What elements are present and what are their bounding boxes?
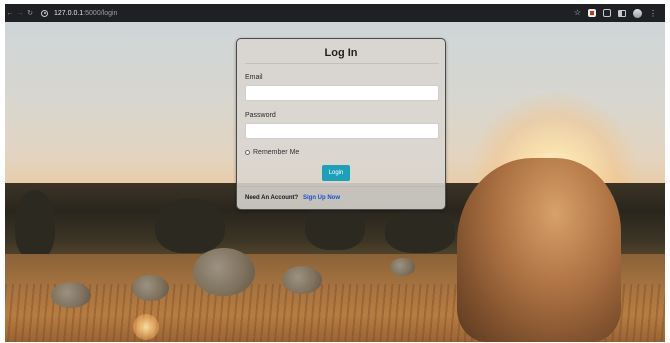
more-menu-icon[interactable]: ⋮ xyxy=(649,9,657,18)
browser-toolbar: ← → ↻ 127.0.0.1:5000/login ☆ ⋮ xyxy=(5,4,665,22)
large-hay-bale xyxy=(457,158,621,342)
lens-flare xyxy=(133,314,159,340)
need-account-text: Need An Account? xyxy=(245,195,299,201)
forward-arrow-icon[interactable]: → xyxy=(15,10,25,17)
hay-bale xyxy=(51,282,91,308)
profile-avatar-icon[interactable] xyxy=(633,8,642,18)
email-field[interactable] xyxy=(245,85,439,101)
bookmark-star-icon[interactable]: ☆ xyxy=(574,9,581,17)
hay-bale xyxy=(282,266,322,294)
extension-icon[interactable] xyxy=(588,9,596,17)
hay-bale xyxy=(390,258,415,276)
url-host: 127.0.0.1 xyxy=(54,9,84,17)
email-label: Email xyxy=(245,74,263,81)
password-field[interactable] xyxy=(245,123,439,139)
remember-me-checkbox[interactable] xyxy=(245,150,250,155)
hay-bale xyxy=(193,248,255,296)
sign-up-link[interactable]: Sign Up Now xyxy=(303,195,340,201)
page-title: Log In xyxy=(324,47,358,59)
extension-icon[interactable] xyxy=(603,9,611,17)
footer-divider xyxy=(237,186,445,187)
remember-me-label: Remember Me xyxy=(253,149,300,156)
login-button[interactable]: Login xyxy=(322,165,350,181)
tree xyxy=(155,198,225,253)
side-panel-icon[interactable] xyxy=(618,9,626,17)
tree xyxy=(15,190,55,260)
back-arrow-icon[interactable]: ← xyxy=(5,10,15,17)
login-card: Log In Email Password Remember Me Login … xyxy=(236,38,446,210)
password-label: Password xyxy=(245,112,276,119)
hay-bale xyxy=(132,275,169,301)
reload-icon[interactable]: ↻ xyxy=(25,9,35,17)
address-bar[interactable]: 127.0.0.1:5000/login xyxy=(41,9,574,17)
site-info-icon[interactable] xyxy=(41,9,48,17)
remember-me[interactable]: Remember Me xyxy=(245,149,299,156)
url-path: :5000/login xyxy=(83,9,118,17)
title-divider xyxy=(245,63,439,64)
tree xyxy=(385,208,455,253)
